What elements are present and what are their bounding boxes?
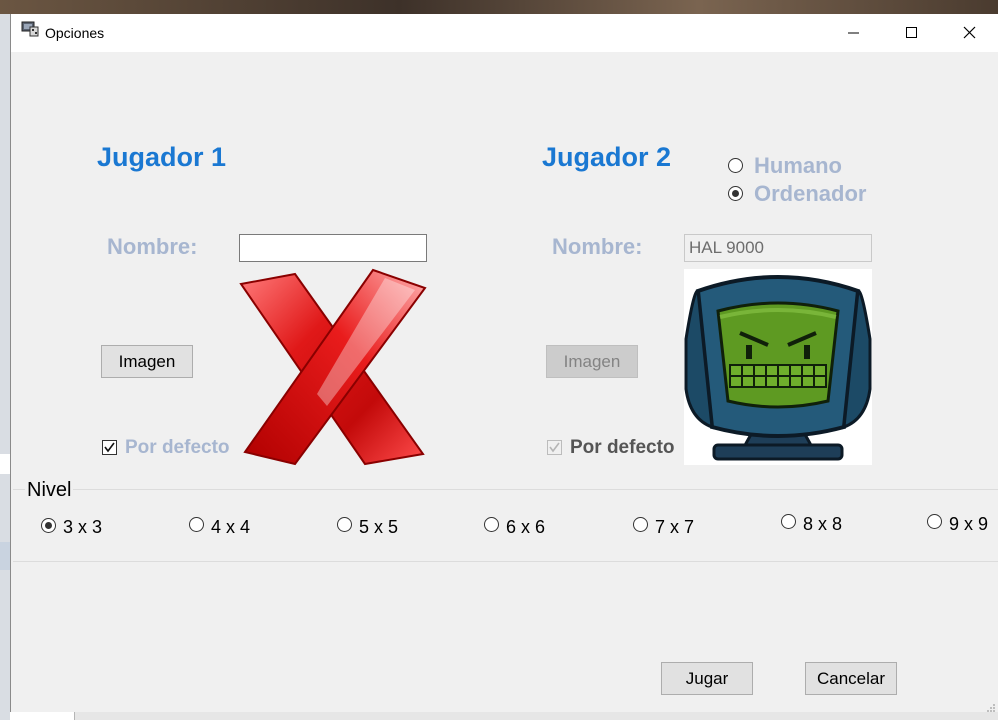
- level-label-6x6: 6 x 6: [506, 517, 546, 537]
- checkmark-icon: [104, 442, 115, 453]
- level-radio-5x5[interactable]: [337, 517, 352, 532]
- maximize-button[interactable]: [883, 14, 941, 52]
- player2-image-button[interactable]: Imagen: [546, 345, 638, 378]
- player2-type-human-radio[interactable]: [728, 158, 743, 173]
- player1-heading: Jugador 1: [97, 142, 227, 172]
- level-radio-4x4[interactable]: [189, 517, 204, 532]
- level-radio-7x7[interactable]: [633, 517, 648, 532]
- options-dialog: Opciones Jugador 1 Nombre: Imagen Por de…: [10, 14, 998, 712]
- player1-image-button[interactable]: Imagen: [101, 345, 193, 378]
- robot-monitor-icon: [684, 269, 872, 465]
- level-label-3x3: 3 x 3: [63, 517, 103, 537]
- level-radio-8x8[interactable]: [781, 514, 796, 529]
- resize-grip-icon[interactable]: [986, 700, 996, 712]
- level-radio-3x3[interactable]: [41, 518, 56, 533]
- minimize-icon: [848, 32, 859, 34]
- player1-default-checkbox[interactable]: [102, 440, 117, 455]
- close-button[interactable]: [941, 14, 998, 52]
- player1-name-input[interactable]: [239, 234, 427, 262]
- background-task: [10, 712, 75, 720]
- title-bar[interactable]: Opciones: [11, 14, 998, 52]
- play-button[interactable]: Jugar: [661, 662, 753, 695]
- level-radio-6x6[interactable]: [484, 517, 499, 532]
- radio-dot: [732, 190, 739, 197]
- player2-name-input[interactable]: [684, 234, 872, 262]
- minimize-button[interactable]: [825, 14, 883, 52]
- desktop-background: [0, 0, 998, 14]
- level-label-7x7: 7 x 7: [655, 517, 695, 537]
- background-strip: [0, 542, 10, 570]
- level-label-4x4: 4 x 4: [211, 517, 251, 537]
- level-group-title: Nivel: [25, 479, 74, 502]
- window-title: Opciones: [45, 25, 105, 41]
- level-radio-9x9[interactable]: [927, 514, 942, 529]
- background-window-edge: [0, 14, 10, 720]
- background-strip: [0, 454, 10, 474]
- maximize-icon: [906, 27, 917, 38]
- radio-dot: [45, 522, 52, 529]
- player2-default-checkbox[interactable]: [547, 440, 562, 455]
- background-bottom: [10, 712, 998, 720]
- level-label-9x9: 9 x 9: [949, 514, 989, 534]
- red-x-icon: [237, 266, 427, 471]
- player2-heading: Jugador 2: [542, 142, 672, 172]
- player1-default-label: Por defecto: [125, 437, 230, 458]
- player2-default-label: Por defecto: [570, 437, 675, 458]
- app-icon: [21, 21, 39, 37]
- cancel-button[interactable]: Cancelar: [805, 662, 897, 695]
- player2-type-computer-radio[interactable]: [728, 186, 743, 201]
- player2-type-human-label: Humano: [754, 153, 842, 178]
- level-label-8x8: 8 x 8: [803, 514, 843, 534]
- level-label-5x5: 5 x 5: [359, 517, 399, 537]
- checkmark-icon: [549, 442, 560, 453]
- player2-name-label: Nombre:: [552, 234, 643, 259]
- close-icon: [963, 26, 976, 39]
- player1-name-label: Nombre:: [107, 234, 198, 259]
- player2-type-computer-label: Ordenador: [754, 181, 867, 206]
